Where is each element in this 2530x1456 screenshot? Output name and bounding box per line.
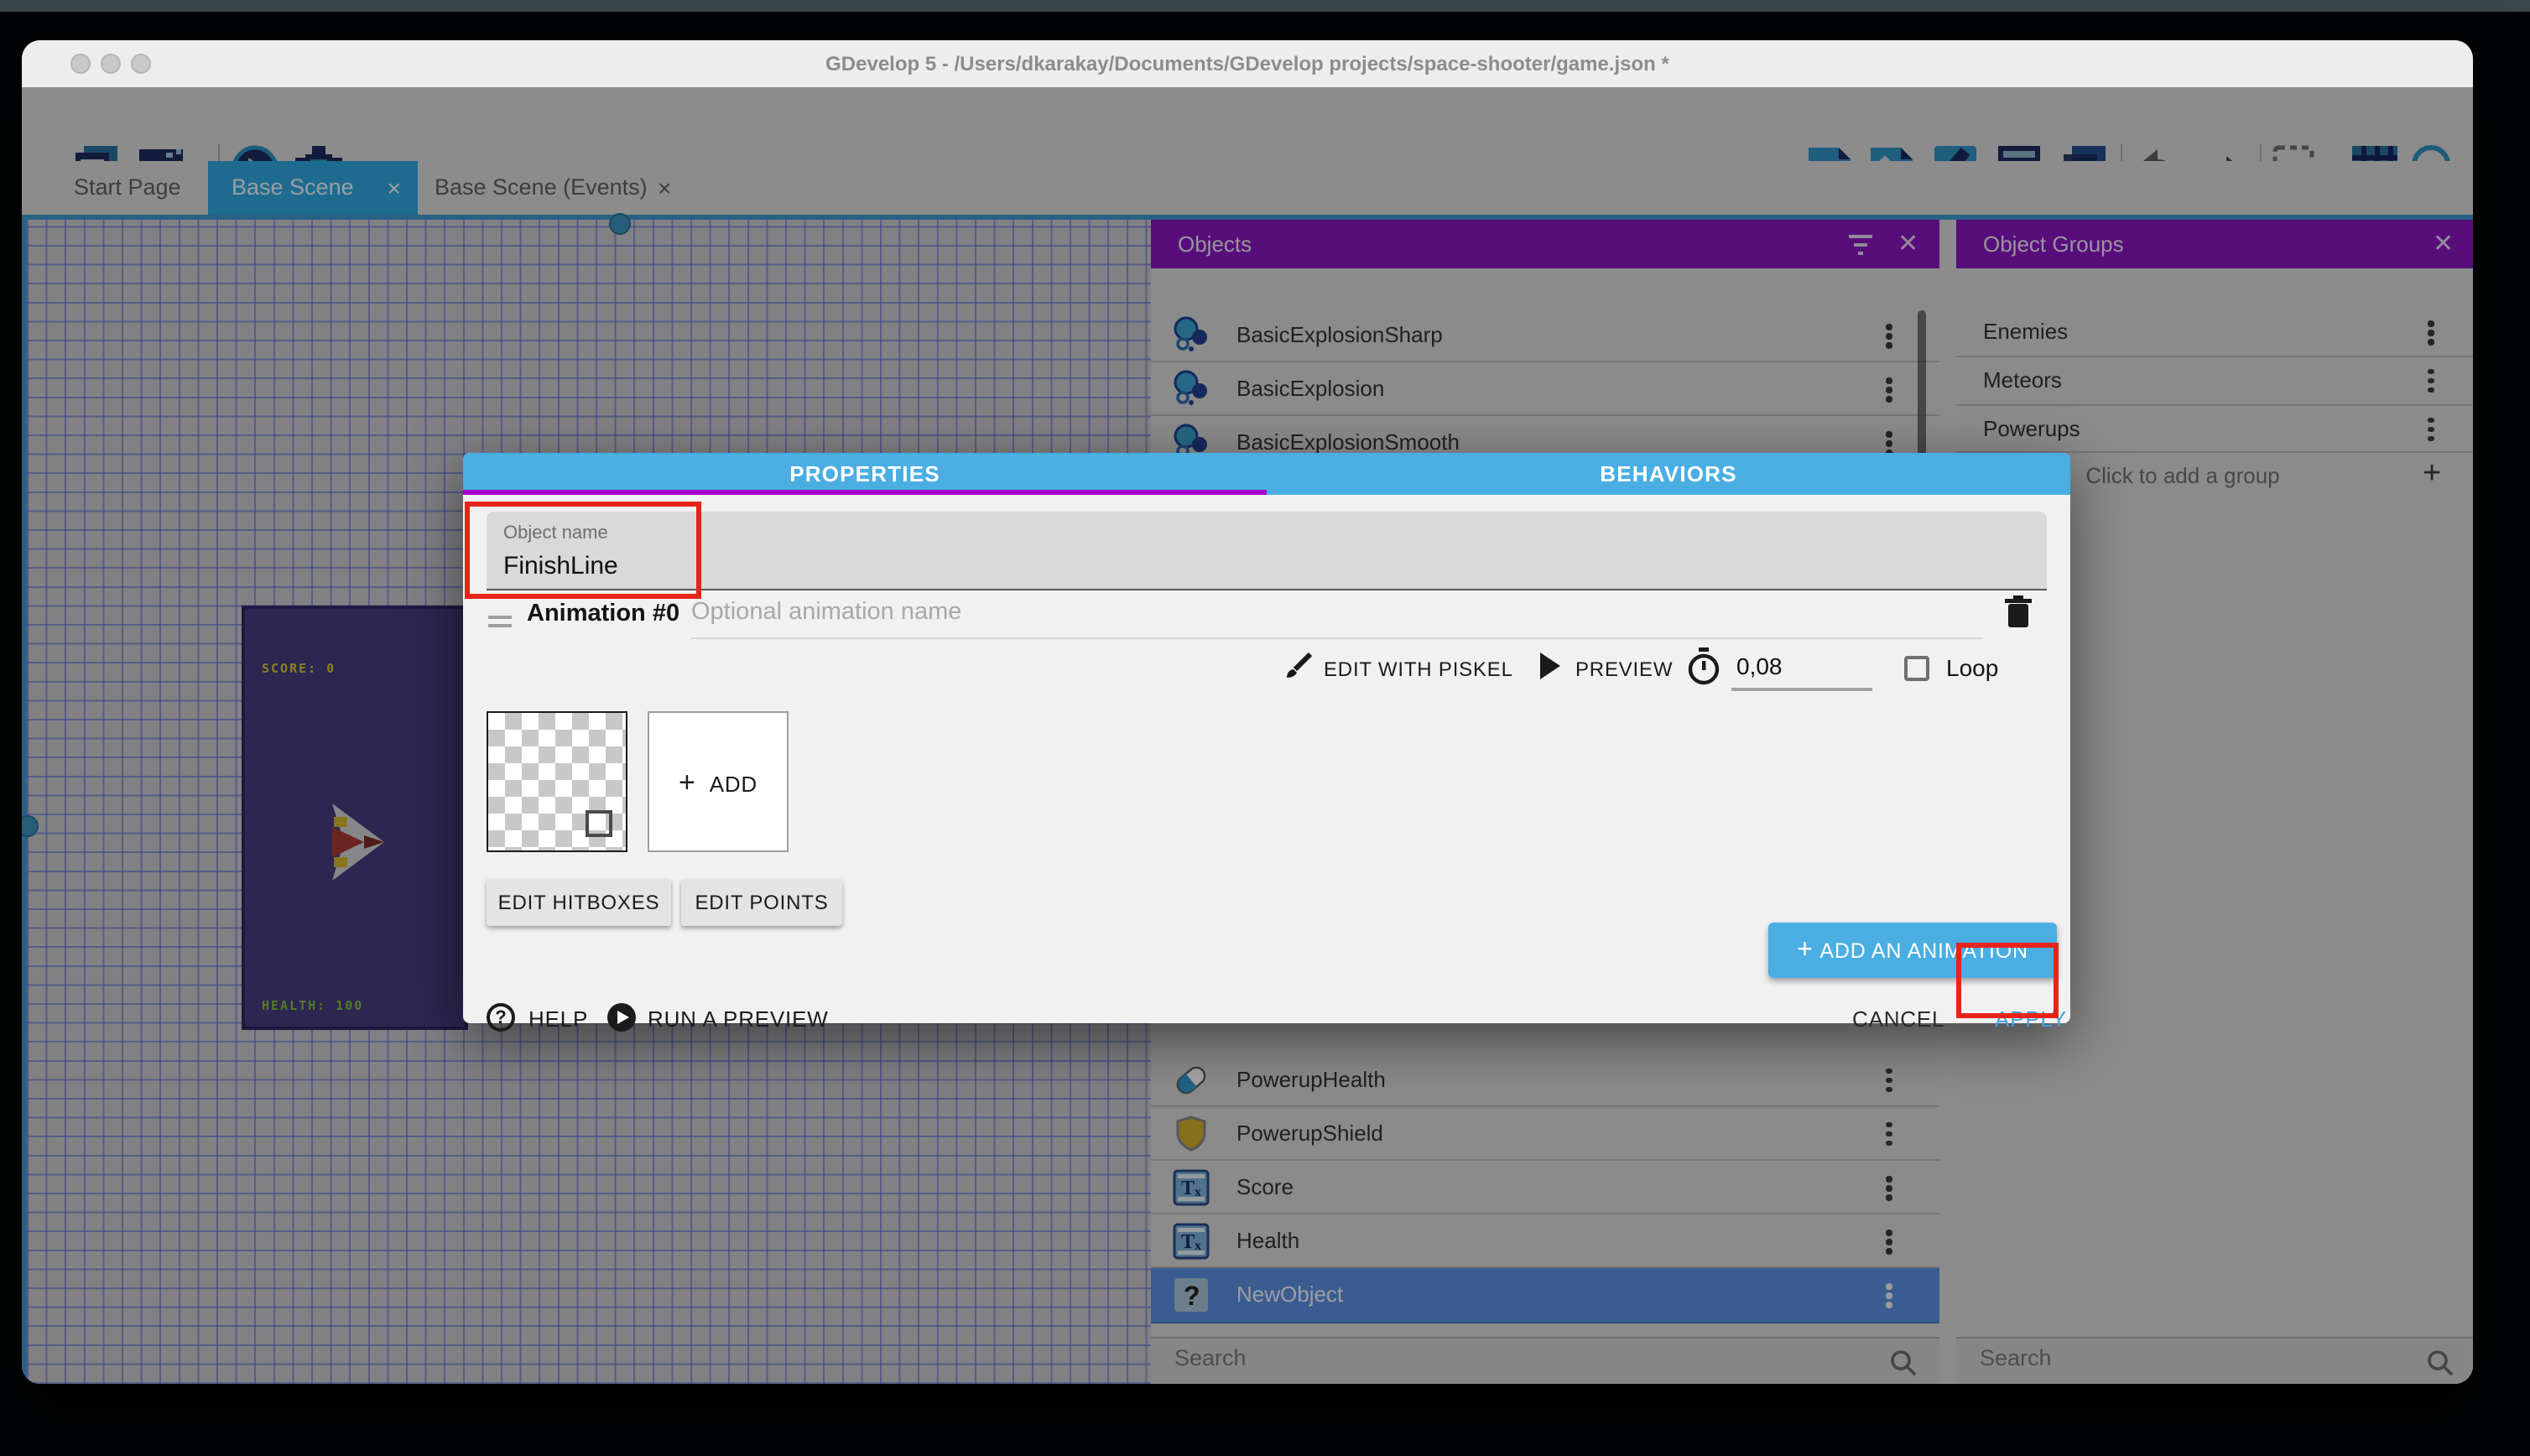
window-title: GDevelop 5 - /Users/dkarakay/Documents/G… [22, 40, 2473, 87]
timer-icon [1686, 647, 1721, 694]
animation-input-underline [691, 637, 1983, 639]
minimize-traffic-light[interactable] [101, 54, 121, 74]
app-window: GDevelop 5 - /Users/dkarakay/Documents/G… [22, 40, 2473, 1384]
edit-with-piskel-button[interactable]: EDIT WITH PISKEL [1324, 658, 1513, 681]
add-frame-button[interactable]: + ADD [648, 711, 789, 852]
zoom-traffic-light[interactable] [131, 54, 151, 74]
tab-properties[interactable]: PROPERTIES [463, 453, 1267, 495]
frame-duration-input[interactable] [1736, 653, 1854, 679]
delete-animation-icon[interactable] [2002, 594, 2035, 639]
screenshot-root: GDevelop 5 - /Users/dkarakay/Documents/G… [0, 0, 2530, 1456]
duration-underline [1731, 688, 1872, 690]
cancel-button[interactable]: CANCEL [1852, 1006, 1944, 1032]
object-name-field[interactable]: Object name [487, 512, 2047, 590]
run-a-preview-button[interactable]: RUN A PREVIEW [648, 1006, 829, 1032]
dialog-tabs: PROPERTIES BEHAVIORS [463, 453, 2070, 495]
frame-thumbnail-empty[interactable] [487, 711, 627, 852]
close-traffic-light[interactable] [70, 54, 91, 74]
active-tab-indicator [463, 490, 1267, 495]
run-preview-icon [607, 1003, 636, 1032]
plus-icon: + [1797, 936, 1814, 965]
edit-points-button[interactable]: EDIT POINTS [681, 879, 842, 926]
animation-name-label: Animation #0 [527, 601, 679, 627]
annotation-box-object-name [465, 502, 701, 599]
loop-checkbox[interactable] [1904, 656, 1929, 681]
animation-name-input[interactable] [691, 599, 1631, 626]
help-icon: ? [487, 1003, 515, 1032]
object-editor-dialog: PROPERTIES BEHAVIORS Object name Animati… [463, 453, 2070, 1023]
help-button[interactable]: HELP [528, 1006, 588, 1032]
edit-hitboxes-button[interactable]: EDIT HITBOXES [487, 879, 671, 926]
drag-handle-icon[interactable] [488, 616, 512, 619]
preview-button[interactable]: PREVIEW [1575, 658, 1673, 681]
preview-play-icon [1538, 653, 1562, 688]
tab-behaviors[interactable]: BEHAVIORS [1267, 453, 2070, 495]
desktop-edge [0, 0, 2530, 12]
title-bar: GDevelop 5 - /Users/dkarakay/Documents/G… [22, 40, 2473, 89]
piskel-brush-icon [1283, 653, 1314, 691]
loop-label: Loop [1946, 654, 1998, 681]
frame-select-checkbox[interactable] [586, 810, 612, 837]
annotation-box-apply [1956, 943, 2059, 1018]
plus-icon: + [679, 767, 696, 798]
